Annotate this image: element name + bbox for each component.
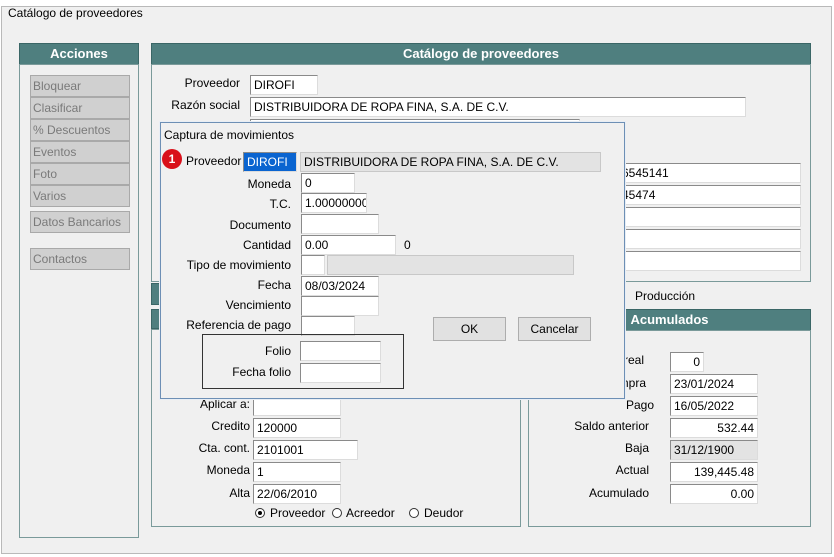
dlg-moneda-label: Moneda bbox=[247, 177, 291, 191]
step-badge: 1 bbox=[162, 149, 182, 169]
acumulado-label: Acumulado bbox=[588, 486, 649, 500]
acumulado-input[interactable]: 0.00 bbox=[670, 484, 758, 504]
pago-input[interactable]: 16/05/2022 bbox=[670, 396, 758, 416]
real-input[interactable]: 0 bbox=[670, 352, 704, 372]
clasificar-button[interactable]: Clasificar bbox=[30, 97, 130, 119]
dlg-proveedor-name: DISTRIBUIDORA DE ROPA FINA, S.A. DE C.V. bbox=[300, 152, 601, 172]
dlg-cantidad-extra: 0 bbox=[404, 238, 411, 252]
field-5-input[interactable] bbox=[618, 251, 801, 271]
phone2-input[interactable]: 45474 bbox=[618, 185, 801, 205]
razon-social-input[interactable]: DISTRIBUIDORA DE ROPA FINA, S.A. DE C.V. bbox=[250, 97, 746, 117]
moneda-label: Moneda bbox=[206, 463, 250, 477]
alta-input[interactable]: 22/06/2010 bbox=[253, 484, 341, 504]
proveedor-radio-label: Proveedor bbox=[270, 506, 326, 520]
dialog-title: Captura de movimientos bbox=[164, 128, 295, 142]
foto-button[interactable]: Foto bbox=[30, 163, 130, 185]
cta-cont-label: Cta. cont. bbox=[198, 441, 250, 455]
baja-input[interactable]: 31/12/1900 bbox=[670, 440, 758, 460]
bloquear-button[interactable]: Bloquear bbox=[30, 75, 130, 97]
dlg-tipo-label: Tipo de movimiento bbox=[186, 258, 291, 272]
phone1-input[interactable]: 6545141 bbox=[618, 163, 801, 183]
cta-cont-input[interactable]: 2101001 bbox=[253, 440, 358, 460]
field-3-input[interactable] bbox=[618, 207, 801, 227]
catalogo-header: Catálogo de proveedores bbox=[151, 43, 811, 65]
pago-label: Pago bbox=[625, 398, 654, 412]
deudor-radio-label: Deudor bbox=[424, 506, 464, 520]
credito-input[interactable]: 120000 bbox=[253, 418, 341, 438]
dlg-proveedor-input[interactable]: DIROFI bbox=[243, 152, 297, 172]
dlg-fecha-label: Fecha bbox=[257, 278, 291, 292]
actual-input[interactable]: 139,445.48 bbox=[670, 462, 758, 482]
dlg-fecha-folio-input[interactable] bbox=[300, 363, 381, 383]
acciones-header: Acciones bbox=[19, 43, 139, 65]
field-4-input[interactable] bbox=[618, 229, 801, 249]
tab-produccion[interactable]: Producción bbox=[635, 289, 695, 303]
dlg-cantidad-label: Cantidad bbox=[242, 238, 291, 252]
dlg-documento-input[interactable] bbox=[301, 214, 379, 234]
acreedor-radio[interactable] bbox=[332, 508, 342, 518]
dlg-tipo-desc bbox=[327, 255, 574, 275]
aplicar-input[interactable] bbox=[253, 396, 341, 416]
dlg-vencimiento-input[interactable] bbox=[301, 296, 379, 316]
aplicar-label: Aplicar a: bbox=[199, 397, 250, 411]
compra-input[interactable]: 23/01/2024 bbox=[670, 374, 758, 394]
deudor-radio[interactable] bbox=[409, 508, 419, 518]
acreedor-radio-label: Acreedor bbox=[346, 506, 395, 520]
razon-social-label: Razón social bbox=[171, 98, 240, 112]
dlg-tipo-input[interactable] bbox=[301, 255, 325, 275]
actual-label: Actual bbox=[615, 463, 649, 477]
proveedor-label: Proveedor bbox=[184, 76, 240, 90]
dlg-documento-label: Documento bbox=[229, 218, 291, 232]
contactos-button[interactable]: Contactos bbox=[30, 248, 130, 270]
eventos-button[interactable]: Eventos bbox=[30, 141, 130, 163]
proveedor-radio[interactable] bbox=[255, 508, 265, 518]
moneda-input[interactable]: 1 bbox=[253, 462, 341, 482]
descuentos-button[interactable]: % Descuentos bbox=[30, 119, 130, 141]
proveedor-input[interactable]: DIROFI bbox=[250, 75, 318, 95]
dlg-referencia-label: Referencia de pago bbox=[186, 318, 291, 332]
cancelar-button[interactable]: Cancelar bbox=[518, 317, 591, 341]
dlg-tc-input[interactable]: 1.00000000 bbox=[301, 193, 367, 213]
credito-label: Credito bbox=[211, 419, 250, 433]
dlg-fecha-input[interactable]: 08/03/2024 bbox=[301, 276, 379, 296]
window-title: Catálogo de proveedores bbox=[8, 6, 143, 20]
dlg-proveedor-label: Proveedor bbox=[186, 154, 242, 168]
saldo-anterior-input[interactable]: 532.44 bbox=[670, 418, 758, 438]
dlg-referencia-input[interactable] bbox=[301, 316, 355, 336]
baja-label: Baja bbox=[624, 441, 649, 455]
dlg-vencimiento-label: Vencimiento bbox=[225, 298, 291, 312]
dlg-cantidad-input[interactable]: 0.00 bbox=[301, 235, 396, 255]
alta-label: Alta bbox=[229, 486, 250, 500]
saldo-anterior-label: Saldo anterior bbox=[574, 419, 649, 433]
captura-dialog: Captura de movimientos 1 Proveedor DIROF… bbox=[160, 122, 625, 399]
ok-button[interactable]: OK bbox=[433, 317, 506, 341]
varios-button[interactable]: Varios bbox=[30, 185, 130, 207]
dlg-folio-input[interactable] bbox=[300, 341, 381, 361]
datos-bancarios-button[interactable]: Datos Bancarios bbox=[30, 211, 130, 233]
dlg-fecha-folio-label: Fecha folio bbox=[232, 365, 291, 379]
dlg-moneda-input[interactable]: 0 bbox=[301, 173, 355, 193]
dlg-tc-label: T.C. bbox=[269, 197, 291, 211]
dlg-folio-label: Folio bbox=[264, 344, 291, 358]
